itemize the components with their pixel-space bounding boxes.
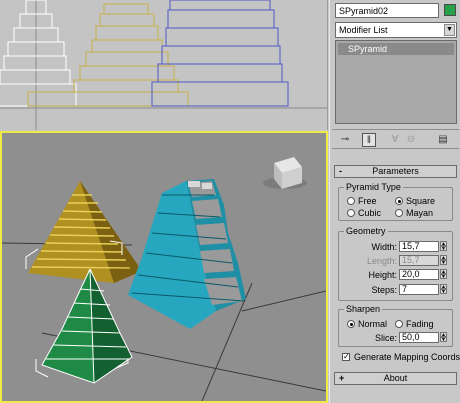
length-input: 15,7 <box>399 255 439 266</box>
about-title: About <box>383 373 408 383</box>
sharpen-group: Sharpen Normal Fading Slice: 50,0 ▲ ▼ <box>338 304 454 347</box>
radio-square-label: Square <box>406 196 436 206</box>
stack-toolbar: ⊸ ‖ ∀ ⊖ ▤ <box>332 129 459 149</box>
geometry-title: Geometry <box>344 226 388 236</box>
slice-row: Slice: 50,0 ▲ ▼ <box>339 332 454 344</box>
modifier-list-dropdown[interactable]: Modifier List ▼ <box>335 22 457 38</box>
slice-spinner[interactable]: ▲ ▼ <box>440 332 447 343</box>
width-label: Width: <box>371 242 397 252</box>
radio-normal-dot[interactable] <box>347 320 355 328</box>
slice-input[interactable]: 50,0 <box>399 332 439 343</box>
slice-label: Slice: <box>374 333 397 343</box>
generate-mapping-checkbox[interactable]: ✓ <box>342 353 350 361</box>
yellow-pyramid <box>28 181 142 283</box>
length-label: Length: <box>366 256 397 266</box>
geometry-group: Geometry Width: 15,7 ▲ ▼ Length: 15,7 ▲ ▼ … <box>338 226 454 301</box>
generate-mapping-label: Generate Mapping Coords. <box>354 352 460 362</box>
length-spinner: ▲ ▼ <box>440 255 447 266</box>
blue-pyramid <box>128 179 246 329</box>
modifier-list-label: Modifier List <box>339 25 388 35</box>
radio-fading-label: Fading <box>406 319 434 329</box>
command-panel: SPyramid02 Modifier List ▼ SPyramid ⊸ ‖ … <box>329 0 460 403</box>
radio-mayan-dot[interactable] <box>395 209 403 217</box>
collapse-sign: - <box>339 166 342 176</box>
perspective-viewport[interactable] <box>0 131 328 403</box>
modifier-stack[interactable]: SPyramid <box>335 40 457 124</box>
radio-free-dot[interactable] <box>347 197 355 205</box>
radio-cubic-label: Cubic <box>358 208 382 218</box>
radio-fading[interactable]: Fading <box>395 319 434 329</box>
height-spinner[interactable]: ▲ ▼ <box>440 269 447 280</box>
steps-input[interactable]: 7 <box>399 284 439 295</box>
expand-sign: + <box>339 373 345 383</box>
steps-label: Steps: <box>371 285 397 295</box>
radio-square[interactable]: Square <box>395 196 435 206</box>
sharpen-title: Sharpen <box>344 304 383 314</box>
top-viewport[interactable] <box>0 0 328 130</box>
radio-free-label: Free <box>358 196 377 206</box>
radio-cubic[interactable]: Cubic <box>347 208 381 218</box>
radio-mayan[interactable]: Mayan <box>395 208 433 218</box>
radio-cubic-dot[interactable] <box>347 209 355 217</box>
green-pyramid <box>41 268 133 384</box>
make-unique-icon[interactable]: ∀ <box>388 133 402 147</box>
width-spinner[interactable]: ▲ ▼ <box>440 241 447 252</box>
pin-stack-icon[interactable]: ⊸ <box>338 133 352 147</box>
steps-row: Steps: 7 ▲ ▼ <box>339 284 454 296</box>
configure-modifier-sets-icon[interactable]: ▤ <box>436 133 450 147</box>
radio-free[interactable]: Free <box>347 196 377 206</box>
perspective-scene <box>2 157 326 401</box>
radio-normal-label: Normal <box>358 319 388 329</box>
top-viewport-scene <box>0 0 327 130</box>
radio-normal[interactable]: Normal <box>347 319 387 329</box>
chevron-down-icon[interactable]: ▼ <box>444 24 455 36</box>
show-end-result-icon[interactable]: ‖ <box>362 133 376 147</box>
object-name-field[interactable]: SPyramid02 <box>335 3 439 18</box>
steps-spinner[interactable]: ▲ ▼ <box>440 284 447 295</box>
object-color-swatch[interactable] <box>444 4 456 16</box>
height-input[interactable]: 20,0 <box>399 269 439 280</box>
pyramid-type-title: Pyramid Type <box>344 182 403 192</box>
view-cube-icon <box>263 157 307 189</box>
radio-fading-dot[interactable] <box>395 320 403 328</box>
about-rollout-header[interactable]: + About <box>334 372 457 385</box>
radio-mayan-label: Mayan <box>406 208 434 218</box>
length-row: Length: 15,7 ▲ ▼ <box>339 255 454 267</box>
pyramid-type-group: Pyramid Type Free Square Cubic Mayan <box>338 182 453 221</box>
width-input[interactable]: 15,7 <box>399 241 439 252</box>
width-row: Width: 15,7 ▲ ▼ <box>339 241 454 253</box>
parameters-title: Parameters <box>372 166 419 176</box>
generate-mapping-row[interactable]: ✓ Generate Mapping Coords. <box>342 352 460 364</box>
height-row: Height: 20,0 ▲ ▼ <box>339 269 454 281</box>
white-pyramid-wireframe <box>0 0 77 107</box>
blue-pyramid-wireframe <box>151 0 289 107</box>
stack-item-spyramid[interactable]: SPyramid <box>338 43 454 55</box>
radio-square-dot[interactable] <box>395 197 403 205</box>
remove-modifier-icon[interactable]: ⊖ <box>404 133 418 147</box>
parameters-rollout-header[interactable]: - Parameters <box>334 165 457 178</box>
height-label: Height: <box>368 270 397 280</box>
